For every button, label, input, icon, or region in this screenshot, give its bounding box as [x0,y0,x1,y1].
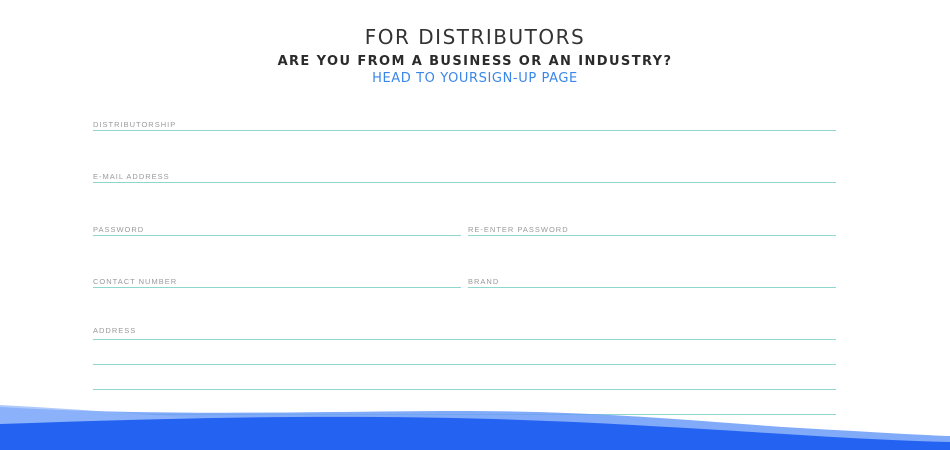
distributorship-underline [93,130,836,131]
address-underline-1 [93,339,836,340]
brand-field[interactable]: BRAND [468,277,836,291]
address-label: ADDRESS [93,326,137,335]
reenter-password-label: RE-ENTER PASSWORD [468,225,569,234]
address-underline-3[interactable] [93,389,836,390]
email-field[interactable]: E-MAIL ADDRESS [93,172,836,186]
page-subtitle: ARE YOU FROM A BUSINESS OR AN INDUSTRY? [277,54,673,69]
reenter-password-field[interactable]: RE-ENTER PASSWORD [468,225,836,239]
address-field[interactable]: ADDRESS [93,326,836,340]
distributorship-field[interactable]: DISTRIBUTORSHIP [93,120,836,134]
contact-number-field[interactable]: CONTACT NUMBER [93,277,461,291]
distributorship-label: DISTRIBUTORSHIP [93,120,177,129]
brand-underline [468,287,836,288]
decorative-wave-footer [0,405,950,450]
page-title: FOR DISTRIBUTORS [364,25,586,49]
password-field[interactable]: PASSWORD [93,225,461,239]
email-label: E-MAIL ADDRESS [93,172,170,181]
address-underline-2[interactable] [93,364,836,365]
password-label: PASSWORD [93,225,145,234]
signup-page-link[interactable]: HEAD TO YOURSIGN-UP PAGE [0,71,950,86]
email-underline [93,182,836,183]
password-underline [93,235,461,236]
brand-label: BRAND [468,277,500,286]
reenter-password-underline [468,235,836,236]
contact-number-underline [93,287,461,288]
contact-number-label: CONTACT NUMBER [93,277,178,286]
